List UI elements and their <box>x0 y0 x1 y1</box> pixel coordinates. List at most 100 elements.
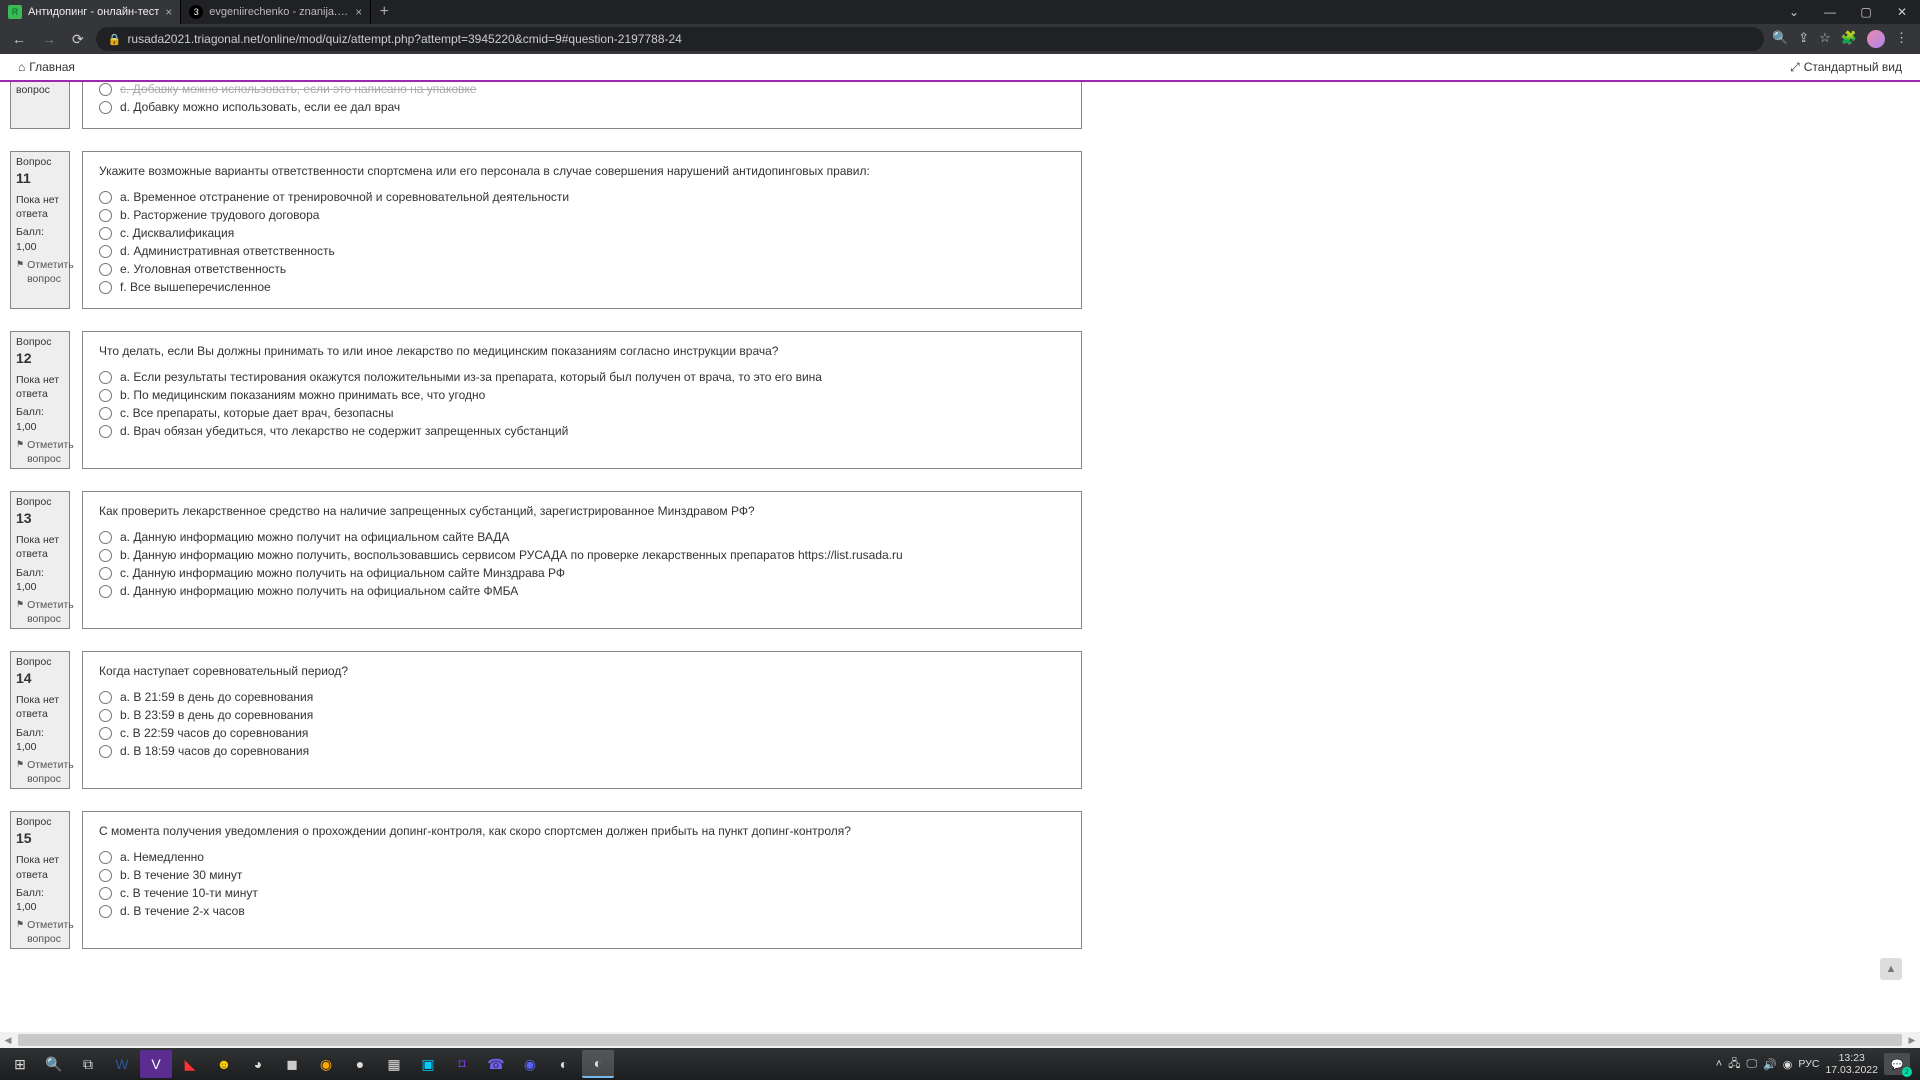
close-window-button[interactable]: ✕ <box>1884 0 1920 24</box>
answer-option[interactable]: c. В 22:59 часов до соревнования <box>99 726 1065 740</box>
answer-option[interactable]: b. По медицинским показаниям можно прини… <box>99 388 1065 402</box>
answer-radio[interactable] <box>99 691 112 704</box>
app-icon[interactable]: V <box>140 1050 172 1078</box>
answer-radio[interactable] <box>99 263 112 276</box>
app-icon[interactable]: ▦ <box>378 1050 410 1078</box>
answer-option[interactable]: d. Данную информацию можно получить на о… <box>99 584 1065 598</box>
reload-button[interactable]: ⟳ <box>68 31 88 48</box>
answer-radio[interactable] <box>99 191 112 204</box>
display-icon[interactable]: 🖵 <box>1746 1058 1757 1071</box>
network-icon[interactable]: 🖧 <box>1728 1055 1740 1074</box>
language-indicator[interactable]: РУС <box>1798 1058 1819 1070</box>
answer-radio[interactable] <box>99 389 112 402</box>
answer-radio[interactable] <box>99 851 112 864</box>
app-icon[interactable]: ◉ <box>310 1050 342 1078</box>
notification-center[interactable]: 💬2 <box>1884 1053 1910 1075</box>
flag-question-link[interactable]: ⚑Отметить вопрос <box>11 256 69 288</box>
standard-view-link[interactable]: ⤢ Стандартный вид <box>1790 60 1902 75</box>
answer-radio[interactable] <box>99 549 112 562</box>
answer-radio[interactable] <box>99 101 112 114</box>
close-tab-icon[interactable]: × <box>165 5 172 19</box>
answer-radio[interactable] <box>99 371 112 384</box>
app-icon[interactable]: ▣ <box>412 1050 444 1078</box>
answer-option[interactable]: a. Немедленно <box>99 850 1065 864</box>
steam-icon[interactable]: ◕ <box>242 1050 274 1078</box>
profile-avatar[interactable] <box>1867 30 1885 48</box>
minimize-button[interactable]: — <box>1812 0 1848 24</box>
answer-option[interactable]: d. В 18:59 часов до соревнования <box>99 744 1065 758</box>
word-icon[interactable]: W <box>106 1050 138 1078</box>
answer-option[interactable]: b. Данную информацию можно получить, вос… <box>99 548 1065 562</box>
answer-option[interactable]: e. Уголовная ответственность <box>99 262 1065 276</box>
close-tab-icon[interactable]: × <box>355 5 362 19</box>
puzzle-icon[interactable]: 🧩 <box>1841 30 1857 48</box>
answer-option[interactable]: a. Если результаты тестирования окажутся… <box>99 370 1065 384</box>
twitch-icon[interactable]: ⌑ <box>446 1050 478 1078</box>
quiz-content[interactable]: вопрос c. Добавку можно использовать, ес… <box>0 82 1920 1032</box>
chevron-down-icon[interactable]: ⌄ <box>1776 0 1812 24</box>
answer-option[interactable]: a. Временное отстранение от тренировочно… <box>99 190 1065 204</box>
answer-radio[interactable] <box>99 227 112 240</box>
task-view-icon[interactable]: ⧉ <box>72 1050 104 1078</box>
horizontal-scrollbar[interactable]: ◀ ▶ <box>0 1032 1920 1048</box>
answer-radio[interactable] <box>99 745 112 758</box>
app-icon[interactable]: ● <box>344 1050 376 1078</box>
app-icon[interactable]: ◣ <box>174 1050 206 1078</box>
flag-question-link[interactable]: ⚑Отметить вопрос <box>11 916 69 948</box>
chrome-icon[interactable]: ◐ <box>548 1050 580 1078</box>
app-icon[interactable]: ☻ <box>208 1050 240 1078</box>
flag-question-link[interactable]: ⚑Отметить вопрос <box>11 756 69 788</box>
search-icon[interactable]: 🔍 <box>38 1050 70 1078</box>
answer-radio[interactable] <box>99 887 112 900</box>
answer-radio[interactable] <box>99 83 112 96</box>
browser-tab[interactable]: 3 evgeniirechenko - znanija.com × <box>181 0 371 24</box>
browser-tab-active[interactable]: R Антидопинг - онлайн-тест × <box>0 0 181 24</box>
home-link[interactable]: ⌂ Главная <box>18 60 75 74</box>
answer-option[interactable]: c. Дисквалификация <box>99 226 1065 240</box>
answer-option[interactable]: d. Врач обязан убедиться, что лекарство … <box>99 424 1065 438</box>
new-tab-button[interactable]: + <box>371 0 397 24</box>
flag-question-link[interactable]: ⚑Отметить вопрос <box>11 436 69 468</box>
clock[interactable]: 13:23 17.03.2022 <box>1825 1052 1878 1076</box>
answer-option[interactable]: d. Добавку можно использовать, если ее д… <box>99 100 1065 114</box>
flag-question-link[interactable]: ⚑Отметить вопрос <box>11 596 69 628</box>
answer-option[interactable]: c. Все препараты, которые дает врач, без… <box>99 406 1065 420</box>
back-button[interactable]: ← <box>8 31 30 47</box>
answer-radio[interactable] <box>99 209 112 222</box>
forward-button[interactable]: → <box>38 31 60 47</box>
maximize-button[interactable]: ▢ <box>1848 0 1884 24</box>
answer-radio[interactable] <box>99 245 112 258</box>
zoom-icon[interactable]: 🔍 <box>1772 30 1788 48</box>
nvidia-icon[interactable]: ◉ <box>1783 1058 1793 1071</box>
answer-option[interactable]: a. Данную информацию можно получит на оф… <box>99 530 1065 544</box>
answer-option[interactable]: d. В течение 2-х часов <box>99 904 1065 918</box>
answer-radio[interactable] <box>99 585 112 598</box>
answer-radio[interactable] <box>99 869 112 882</box>
volume-icon[interactable]: 🔊 <box>1763 1058 1777 1071</box>
answer-radio[interactable] <box>99 407 112 420</box>
answer-radio[interactable] <box>99 905 112 918</box>
answer-option[interactable]: b. Расторжение трудового договора <box>99 208 1065 222</box>
answer-radio[interactable] <box>99 567 112 580</box>
menu-icon[interactable]: ⋮ <box>1895 30 1908 48</box>
answer-option[interactable]: d. Административная ответственность <box>99 244 1065 258</box>
star-icon[interactable]: ☆ <box>1819 30 1831 48</box>
answer-radio[interactable] <box>99 709 112 722</box>
answer-option[interactable]: b. В 23:59 в день до соревнования <box>99 708 1065 722</box>
answer-option[interactable]: c. Добавку можно использовать, если это … <box>99 82 1065 96</box>
start-button[interactable]: ⊞ <box>4 1050 36 1078</box>
address-bar[interactable]: 🔒 rusada2021.triagonal.net/online/mod/qu… <box>96 27 1764 51</box>
answer-option[interactable]: c. Данную информацию можно получить на о… <box>99 566 1065 580</box>
chrome-active-icon[interactable]: ◐ <box>582 1050 614 1078</box>
answer-radio[interactable] <box>99 727 112 740</box>
discord-icon[interactable]: ◉ <box>514 1050 546 1078</box>
answer-radio[interactable] <box>99 531 112 544</box>
tray-chevron-icon[interactable]: ˄ <box>1716 1058 1722 1070</box>
answer-option[interactable]: c. В течение 10-ти минут <box>99 886 1065 900</box>
answer-radio[interactable] <box>99 281 112 294</box>
viber-icon[interactable]: ☎ <box>480 1050 512 1078</box>
scroll-to-top-button[interactable]: ▲ <box>1880 958 1902 980</box>
share-icon[interactable]: ⇪ <box>1798 30 1809 48</box>
answer-radio[interactable] <box>99 425 112 438</box>
answer-option[interactable]: a. В 21:59 в день до соревнования <box>99 690 1065 704</box>
